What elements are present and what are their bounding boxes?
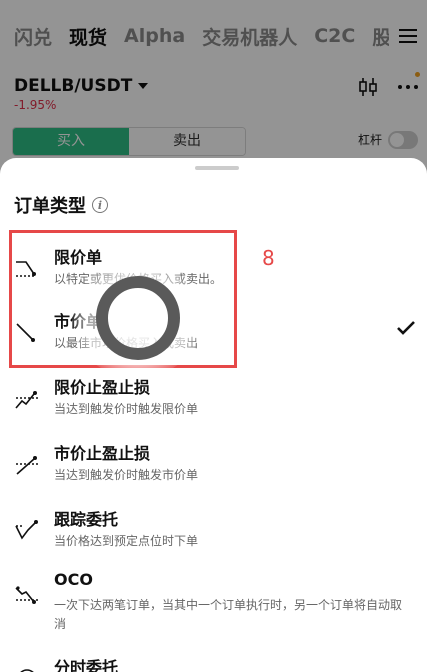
order-type-sheet: 订单类型 i 限价单 以特定或更优价格买入或卖出。 市价单 以最佳市场价格买入或… (0, 158, 427, 672)
option-description: 当价格达到预定点位时下单 (54, 534, 199, 548)
checkmark-icon (397, 321, 415, 335)
sheet-drag-handle[interactable] (195, 166, 239, 170)
limit-tpsl-icon (15, 391, 38, 409)
option-title: 市价止盈止损 (54, 444, 151, 463)
option-description: 当达到触发价时触发限价单 (54, 402, 199, 416)
order-option-market-tpsl[interactable]: 市价止盈止损 当达到触发价时触发市价单 (0, 440, 427, 490)
market-tpsl-icon (16, 456, 38, 475)
order-option-oco[interactable]: OCO 一次下达两笔订单，当其中一个订单执行时，另一个订单将自动取消 (0, 570, 427, 640)
trailing-order-icon (15, 520, 38, 540)
twap-icon (20, 669, 34, 672)
sheet-title: 订单类型 (14, 196, 86, 217)
option-description: 一次下达两笔订单，当其中一个订单执行时，另一个订单将自动取消 (54, 598, 403, 631)
option-title: OCO (54, 570, 93, 589)
option-title: 跟踪委托 (54, 510, 119, 529)
option-title: 分时委托 (54, 658, 119, 672)
order-option-limit-tpsl[interactable]: 限价止盈止损 当达到触发价时触发限价单 (0, 374, 427, 424)
order-option-twap[interactable]: 分时委托 (0, 654, 427, 672)
option-description: 当达到触发价时触发市价单 (54, 468, 199, 482)
annotation-number: 8 (262, 246, 275, 270)
sheet-title-row: 订单类型 i (14, 192, 108, 218)
oco-icon (15, 586, 38, 604)
loading-spinner-icon (96, 276, 180, 360)
info-icon[interactable]: i (92, 197, 108, 213)
order-option-trailing[interactable]: 跟踪委托 当价格达到预定点位时下单 (0, 506, 427, 556)
